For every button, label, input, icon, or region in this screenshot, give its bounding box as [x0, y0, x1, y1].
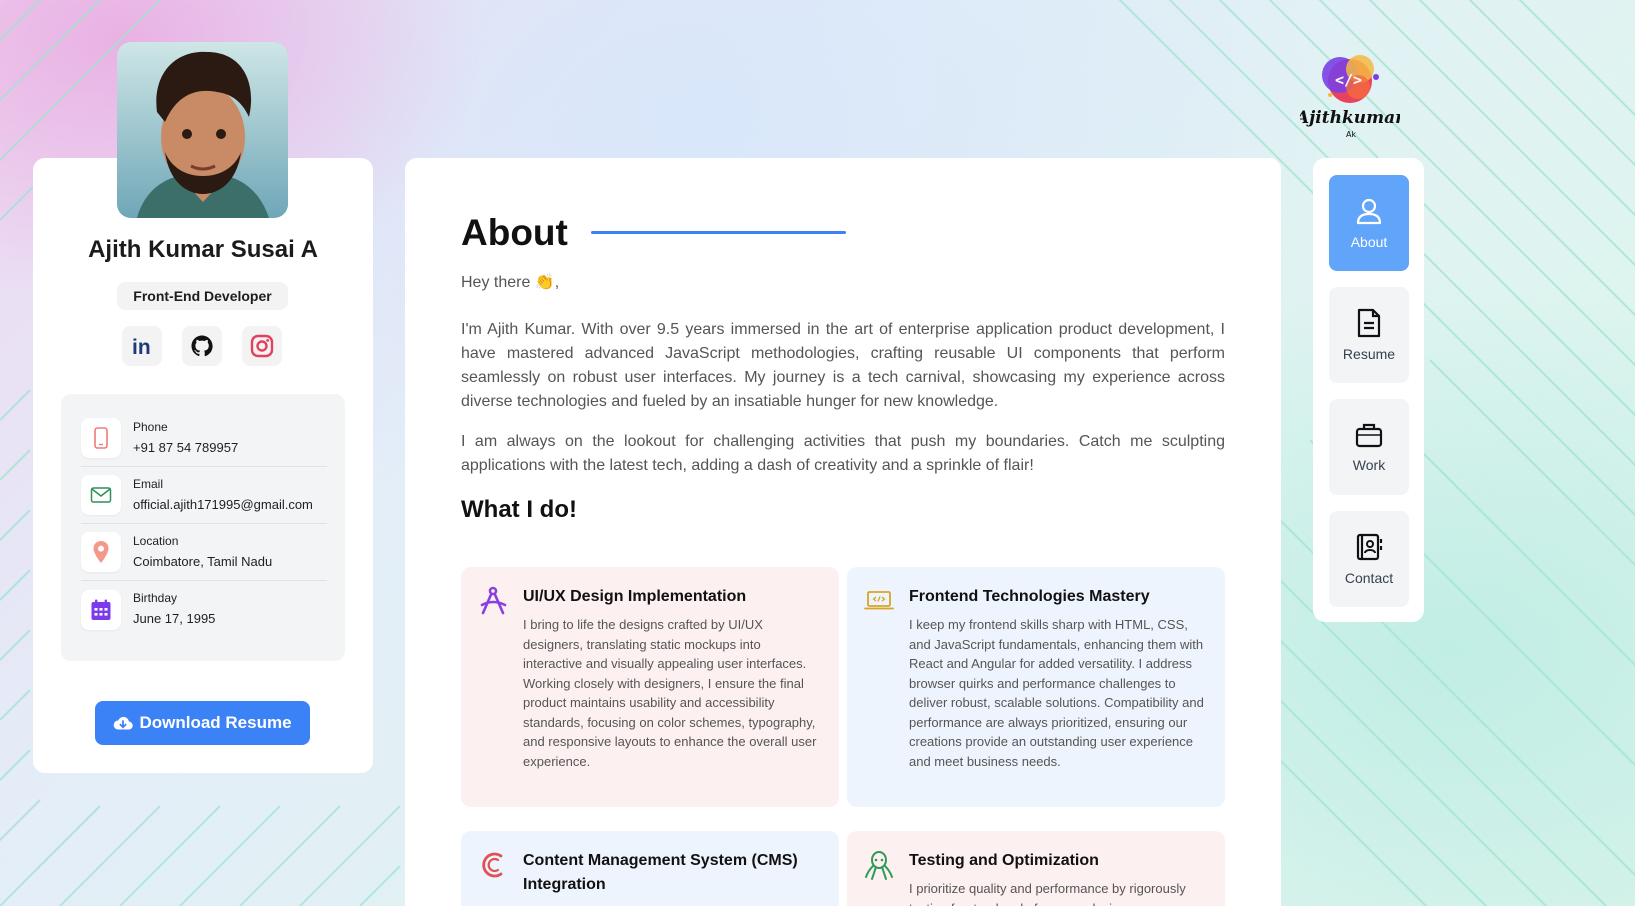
role-badge: Front-End Developer: [117, 282, 288, 310]
service-title: Frontend Technologies Mastery: [909, 588, 1150, 605]
code-laptop-icon: [861, 583, 897, 619]
section-title-what-i-do: What I do!: [461, 496, 577, 523]
phone-icon: [81, 418, 121, 458]
service-card: Content Management System (CMS) Integrat…: [461, 831, 839, 906]
calendar-icon: [81, 589, 121, 630]
contact-label: Birthday: [133, 591, 178, 605]
download-resume-button[interactable]: Download Resume: [95, 701, 310, 745]
location-pin-icon: [81, 532, 121, 572]
user-icon: [1356, 198, 1382, 225]
octopus-icon: [861, 847, 897, 883]
svg-text:</>: </>: [1335, 71, 1362, 89]
contact-location: Location Coimbatore, Tamil Nadu: [81, 524, 327, 581]
briefcase-icon: [1355, 423, 1383, 448]
contact-value: June 17, 1995: [133, 611, 216, 626]
cms-icon: [475, 847, 511, 883]
service-title: Content Management System (CMS) Integrat…: [523, 852, 798, 893]
brand-logo[interactable]: </> Ajithkumar Ak: [1294, 45, 1405, 145]
design-compass-icon: [475, 583, 511, 619]
contact-value[interactable]: official.ajith171995@gmail.com: [133, 495, 313, 515]
logo-subtext: Ak: [1346, 130, 1356, 139]
contact-info-panel: Phone +91 87 54 789957 Email official.aj…: [61, 394, 345, 661]
service-card: UI/UX Design Implementation I bring to l…: [461, 567, 839, 807]
page-title: About: [461, 212, 568, 253]
service-description: I prioritize quality and performance by …: [909, 881, 1186, 906]
nav-label: Resume: [1342, 346, 1396, 362]
nav-item-contact[interactable]: Contact: [1329, 511, 1409, 607]
side-navigation: About Resume Work Contact: [1313, 158, 1424, 622]
about-paragraph: I am always on the lookout for challengi…: [461, 433, 1225, 474]
service-card: Frontend Technologies Mastery I keep my …: [847, 567, 1225, 807]
contact-label: Phone: [133, 419, 168, 434]
about-paragraph: I'm Ajith Kumar. With over 9.5 years imm…: [461, 321, 1225, 410]
contact-label: Location: [133, 533, 179, 548]
service-description: I bring to life the designs crafted by U…: [523, 617, 817, 769]
profile-name: Ajith Kumar Susai A: [88, 236, 318, 263]
nav-label: Work: [1352, 457, 1386, 473]
contact-email: Email official.ajith171995@gmail.com: [81, 467, 327, 524]
avatar: [117, 42, 288, 218]
svg-text:in: in: [132, 336, 151, 357]
download-label: Download Resume: [139, 713, 292, 732]
contact-value[interactable]: +91 87 54 789957: [133, 438, 238, 458]
logo-text: Ajithkumar: [1300, 108, 1400, 128]
title-underline: [591, 231, 846, 234]
contact-birthday: Birthday June 17, 1995: [81, 581, 327, 638]
nav-label: About: [1350, 234, 1388, 250]
service-description: I keep my frontend skills sharp with HTM…: [909, 617, 1204, 769]
nav-label: Contact: [1344, 570, 1394, 586]
contact-book-icon: [1356, 533, 1383, 561]
contact-phone: Phone +91 87 54 789957: [81, 410, 327, 467]
github-icon[interactable]: [182, 326, 222, 366]
service-card: Testing and Optimization I prioritize qu…: [847, 831, 1225, 906]
contact-label: Email: [133, 476, 164, 491]
cloud-download-icon: [114, 716, 134, 730]
nav-item-about[interactable]: About: [1329, 175, 1409, 271]
mail-icon: [81, 475, 121, 515]
linkedin-icon[interactable]: in: [122, 326, 162, 366]
service-title: Testing and Optimization: [909, 852, 1099, 869]
greeting-text: Hey there 👏,: [461, 274, 560, 291]
nav-item-work[interactable]: Work: [1329, 399, 1409, 495]
service-title: UI/UX Design Implementation: [523, 588, 747, 605]
instagram-icon[interactable]: [242, 326, 282, 366]
main-content-card: About Hey there 👏, I'm Ajith Kumar. With…: [405, 158, 1281, 906]
nav-item-resume[interactable]: Resume: [1329, 287, 1409, 383]
document-icon: [1357, 308, 1381, 338]
contact-value: Coimbatore, Tamil Nadu: [133, 553, 273, 569]
